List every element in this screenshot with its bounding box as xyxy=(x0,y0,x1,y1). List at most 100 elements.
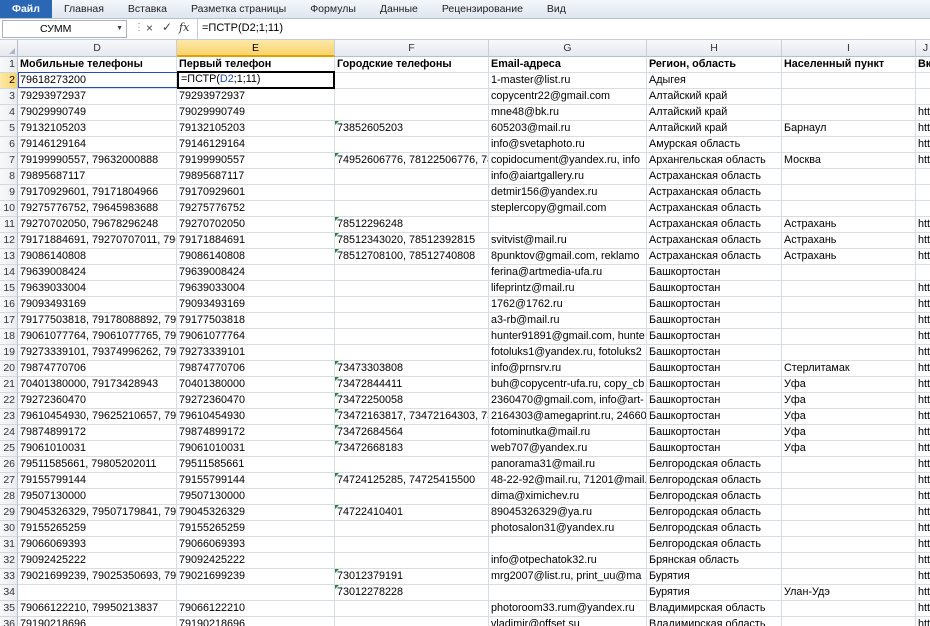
table-cell[interactable]: 79610454930, 79625210657, 7962 xyxy=(18,409,177,425)
table-cell[interactable]: Астраханская область xyxy=(647,233,782,249)
table-cell[interactable]: 79093493169 xyxy=(177,297,335,313)
table-cell[interactable]: copycentr22@gmail.com xyxy=(489,89,647,105)
table-cell[interactable] xyxy=(782,553,916,569)
table-cell[interactable] xyxy=(916,89,930,105)
table-cell[interactable]: 48-22-92@mail.ru, 71201@mail. xyxy=(489,473,647,489)
table-cell[interactable]: 79029990749 xyxy=(177,105,335,121)
table-cell[interactable]: 79066069393 xyxy=(177,537,335,553)
table-cell[interactable]: 2164303@amegaprint.ru, 24660 xyxy=(489,409,647,425)
table-cell[interactable]: 70401380000 xyxy=(177,377,335,393)
table-cell[interactable]: dima@ximichev.ru xyxy=(489,489,647,505)
table-cell[interactable]: Башкортостан xyxy=(647,313,782,329)
table-cell[interactable]: 79874770706 xyxy=(18,361,177,377)
row-header[interactable]: 31 xyxy=(0,537,18,553)
table-cell[interactable] xyxy=(916,169,930,185)
table-cell[interactable]: 79610454930 xyxy=(177,409,335,425)
table-cell[interactable] xyxy=(335,297,489,313)
table-cell[interactable] xyxy=(916,265,930,281)
table-cell[interactable]: htt xyxy=(916,153,930,169)
table-cell[interactable] xyxy=(782,137,916,153)
table-cell[interactable] xyxy=(782,265,916,281)
table-cell[interactable]: htt xyxy=(916,121,930,137)
table-cell[interactable]: 89045326329@ya.ru xyxy=(489,505,647,521)
table-cell[interactable]: Башкортостан xyxy=(647,425,782,441)
table-cell[interactable] xyxy=(782,73,916,89)
name-box[interactable]: СУММ ▼ xyxy=(2,20,127,38)
table-cell[interactable]: 73472668183 xyxy=(335,441,489,457)
table-cell[interactable] xyxy=(782,329,916,345)
table-cell[interactable]: htt xyxy=(916,441,930,457)
table-cell[interactable]: htt xyxy=(916,393,930,409)
table-cell[interactable] xyxy=(782,105,916,121)
table-cell[interactable] xyxy=(782,297,916,313)
column-header-d[interactable]: D xyxy=(18,40,177,57)
table-cell[interactable]: 79146129164 xyxy=(18,137,177,153)
table-cell[interactable] xyxy=(782,185,916,201)
table-cell[interactable]: htt xyxy=(916,601,930,617)
table-cell[interactable]: 79086140808 xyxy=(177,249,335,265)
table-cell[interactable]: photosalon31@yandex.ru xyxy=(489,521,647,537)
column-title-h[interactable]: Регион, область xyxy=(647,57,782,73)
table-cell[interactable]: 79895687117 xyxy=(18,169,177,185)
table-cell[interactable]: buh@copycentr-ufa.ru, copy_cb xyxy=(489,377,647,393)
table-cell[interactable]: Астрахань xyxy=(782,217,916,233)
table-cell[interactable]: web707@yandex.ru xyxy=(489,441,647,457)
row-header[interactable]: 14 xyxy=(0,265,18,281)
table-cell[interactable]: Уфа xyxy=(782,425,916,441)
table-cell[interactable]: 1762@1762.ru xyxy=(489,297,647,313)
table-cell[interactable]: info@otpechatok32.ru xyxy=(489,553,647,569)
table-cell[interactable] xyxy=(335,169,489,185)
table-cell[interactable] xyxy=(782,281,916,297)
table-cell[interactable]: 79273339101, 79374996262, 7960 xyxy=(18,345,177,361)
table-cell[interactable]: 79066069393 xyxy=(18,537,177,553)
row-header[interactable]: 6 xyxy=(0,137,18,153)
table-cell[interactable]: htt xyxy=(916,617,930,626)
column-header-h[interactable]: H xyxy=(647,40,782,57)
table-cell[interactable]: 79146129164 xyxy=(177,137,335,153)
table-cell[interactable] xyxy=(335,553,489,569)
table-cell[interactable]: Белгородская область xyxy=(647,505,782,521)
table-cell[interactable]: 79021699239 xyxy=(177,569,335,585)
table-cell[interactable] xyxy=(335,73,489,89)
table-cell[interactable]: 79270702050, 79678296248 xyxy=(18,217,177,233)
table-cell[interactable]: Белгородская область xyxy=(647,457,782,473)
table-cell[interactable] xyxy=(335,521,489,537)
table-cell[interactable]: Астрахань xyxy=(782,233,916,249)
table-cell[interactable] xyxy=(335,185,489,201)
row-header[interactable]: 11 xyxy=(0,217,18,233)
row-header[interactable]: 33 xyxy=(0,569,18,585)
cancel-icon[interactable]: × xyxy=(146,21,153,35)
table-cell[interactable]: 79177503818, 79178088892, 7917 xyxy=(18,313,177,329)
table-cell[interactable] xyxy=(782,89,916,105)
table-cell[interactable] xyxy=(335,313,489,329)
table-cell[interactable]: fotominutka@mail.ru xyxy=(489,425,647,441)
table-cell[interactable]: Уфа xyxy=(782,377,916,393)
ribbon-tab[interactable]: Разметка страницы xyxy=(179,0,298,18)
table-cell[interactable]: 79895687117 xyxy=(177,169,335,185)
table-cell[interactable]: 79272360470 xyxy=(18,393,177,409)
table-cell[interactable]: htt xyxy=(916,537,930,553)
table-cell[interactable]: 79029990749 xyxy=(18,105,177,121)
column-header-j[interactable]: J xyxy=(916,40,930,57)
row-header[interactable]: 7 xyxy=(0,153,18,169)
row-header[interactable]: 19 xyxy=(0,345,18,361)
table-cell[interactable] xyxy=(782,473,916,489)
table-cell[interactable]: Архангельская область xyxy=(647,153,782,169)
table-cell[interactable] xyxy=(335,537,489,553)
table-cell[interactable]: htt xyxy=(916,473,930,489)
table-cell[interactable] xyxy=(18,585,177,601)
table-cell[interactable]: Башкортостан xyxy=(647,265,782,281)
table-cell[interactable]: Брянская область xyxy=(647,553,782,569)
table-cell[interactable]: 79618273200 xyxy=(18,73,177,89)
table-cell[interactable]: Уфа xyxy=(782,441,916,457)
row-header[interactable]: 9 xyxy=(0,185,18,201)
table-cell[interactable]: Башкортостан xyxy=(647,377,782,393)
column-header-i[interactable]: I xyxy=(782,40,916,57)
table-cell[interactable]: Бурятия xyxy=(647,569,782,585)
table-cell[interactable] xyxy=(782,201,916,217)
row-header[interactable]: 2 xyxy=(0,73,18,89)
table-cell[interactable]: 79511585661 xyxy=(177,457,335,473)
table-cell[interactable] xyxy=(782,521,916,537)
table-cell[interactable]: 79066122210, 79950213837 xyxy=(18,601,177,617)
table-cell[interactable]: 79199990557 xyxy=(177,153,335,169)
